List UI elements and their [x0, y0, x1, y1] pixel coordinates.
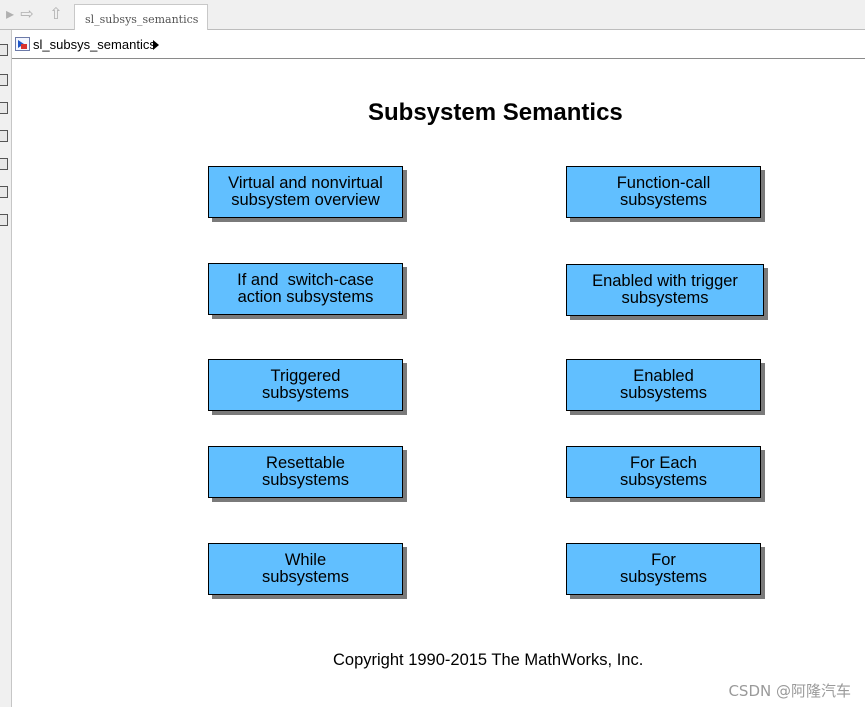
copyright-annotation: Copyright 1990-2015 The MathWorks, Inc. [333, 651, 644, 669]
model-tab[interactable]: sl_subsys_semantics [74, 4, 208, 30]
block-enabled-trigger-subsystems[interactable]: Enabled with trigger subsystems [566, 264, 764, 316]
block-label: If and switch-case [237, 270, 374, 289]
block-label: Resettable [266, 453, 345, 472]
breadcrumb-expand-icon[interactable] [153, 40, 159, 50]
breadcrumb: sl_subsys_semantics [12, 31, 865, 59]
block-if-switch-case-subsystems[interactable]: If and switch-case action subsystems [208, 263, 403, 315]
block-label: subsystems [619, 471, 708, 489]
block-for-subsystems[interactable]: For subsystems [566, 543, 761, 595]
up-arrow-icon[interactable]: ⇧ [46, 5, 66, 25]
block-while-subsystems[interactable]: While subsystems [208, 543, 403, 595]
block-for-each-subsystems[interactable]: For Each subsystems [566, 446, 761, 498]
watermark: CSDN @阿隆汽车 [728, 682, 851, 700]
block-label: Triggered [270, 366, 341, 385]
block-label: subsystems [619, 568, 708, 586]
forward-arrow-icon[interactable]: ⇨ [17, 5, 37, 25]
block-label: Virtual and nonvirtual [228, 173, 383, 192]
toolbar: ▸ ⇨ ⇧ sl_subsys_semantics [0, 0, 865, 30]
block-function-call-subsystems[interactable]: Function-call subsystems [566, 166, 761, 218]
diagram-title: Subsystem Semantics [368, 99, 623, 126]
palette-tool-icon[interactable] [0, 102, 8, 114]
block-triggered-subsystems[interactable]: Triggered subsystems [208, 359, 403, 411]
block-label: For Each [630, 453, 697, 472]
block-label: While [284, 550, 327, 569]
block-label: For [651, 550, 676, 569]
breadcrumb-model-link[interactable]: sl_subsys_semantics [33, 37, 156, 52]
block-enabled-subsystems[interactable]: Enabled subsystems [566, 359, 761, 411]
block-label: action subsystems [237, 288, 374, 306]
block-label: subsystems [261, 471, 350, 489]
block-label: subsystems [621, 289, 709, 307]
palette-tool-icon[interactable] [0, 186, 8, 198]
palette-tool-icon[interactable] [0, 44, 8, 56]
block-label: Enabled with trigger [592, 271, 738, 290]
block-label: subsystems [619, 191, 708, 209]
block-label: subsystems [261, 384, 350, 402]
block-label: Enabled [633, 366, 694, 385]
palette-tool-icon[interactable] [0, 74, 8, 86]
simulink-model-icon [15, 37, 30, 51]
block-label: Function-call [616, 173, 711, 192]
block-label: subsystem overview [231, 191, 380, 209]
tool-palette [0, 30, 12, 707]
block-label: subsystems [261, 568, 350, 586]
palette-tool-icon[interactable] [0, 214, 8, 226]
block-resettable-subsystems[interactable]: Resettable subsystems [208, 446, 403, 498]
palette-tool-icon[interactable] [0, 130, 8, 142]
model-canvas[interactable]: Subsystem Semantics Virtual and nonvirtu… [12, 60, 865, 707]
block-virtual-nonvirtual-subsystem[interactable]: Virtual and nonvirtual subsystem overvie… [208, 166, 403, 218]
block-label: subsystems [619, 384, 708, 402]
palette-tool-icon[interactable] [0, 158, 8, 170]
